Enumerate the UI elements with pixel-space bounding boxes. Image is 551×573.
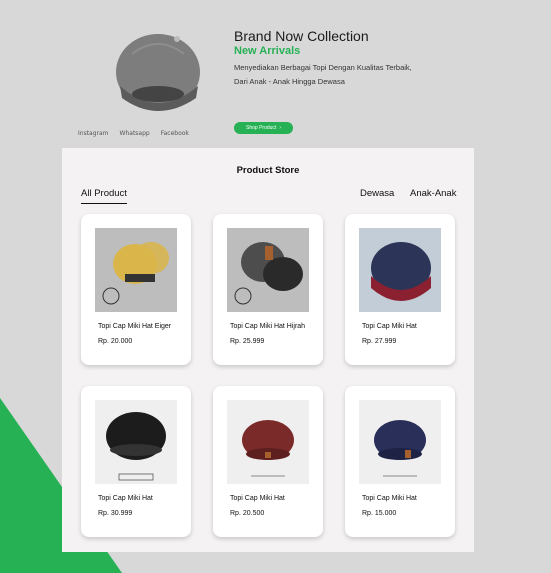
- tab-anak-anak[interactable]: Anak-Anak: [410, 188, 456, 199]
- whatsapp-link[interactable]: Whatsapp: [120, 130, 150, 137]
- hero-title: Brand Now Collection: [234, 28, 369, 44]
- product-name: Topi Cap Miki Hat: [362, 495, 417, 502]
- store-title: Product Store: [236, 165, 300, 176]
- product-name: Topi Cap Miki Hat: [362, 323, 417, 330]
- product-name: Topi Cap Miki Hat Eiger: [98, 323, 172, 330]
- product-image: [95, 400, 177, 484]
- product-image: [359, 228, 441, 312]
- product-image: [227, 400, 309, 484]
- product-image: [95, 228, 177, 312]
- product-card[interactable]: Topi Cap Miki Hat Rp. 20.500: [213, 386, 323, 537]
- hero-description: Menyediakan Berbagai Topi Dengan Kualita…: [234, 63, 412, 86]
- product-card[interactable]: Topi Cap Miki Hat Rp. 27.999: [345, 214, 455, 365]
- chevron-right-icon: ›: [279, 125, 281, 131]
- shop-product-button[interactable]: Shop Product ›: [234, 122, 293, 134]
- hero-cap-image: [116, 34, 200, 111]
- product-store-panel: Product Store All Product Dewasa Anak-An…: [62, 148, 474, 552]
- product-price: Rp. 20.500: [230, 510, 265, 517]
- product-price: Rp. 25.999: [230, 338, 265, 345]
- product-price: Rp. 30.999: [98, 510, 133, 517]
- shop-button-label: Shop Product: [246, 125, 277, 131]
- tab-all-product[interactable]: All Product: [81, 188, 127, 204]
- social-links: Instagram Whatsapp Facebook: [78, 130, 189, 137]
- product-name: Topi Cap Miki Hat: [98, 495, 153, 502]
- product-image: [227, 228, 309, 312]
- hero-text: Brand Now Collection New Arrivals Menyed…: [234, 28, 444, 89]
- product-card[interactable]: Topi Cap Miki Hat Rp. 30.999: [81, 386, 191, 537]
- hero-subtitle: New Arrivals: [234, 45, 301, 57]
- instagram-link[interactable]: Instagram: [78, 130, 109, 137]
- product-name: Topi Cap Miki Hat Hijrah: [230, 323, 306, 330]
- product-price: Rp. 20.000: [98, 338, 133, 345]
- product-price: Rp. 27.999: [362, 338, 397, 345]
- product-card[interactable]: Topi Cap Miki Hat Rp. 15.000: [345, 386, 455, 537]
- product-price: Rp. 15.000: [362, 510, 397, 517]
- product-image: [359, 400, 441, 484]
- tab-dewasa[interactable]: Dewasa: [360, 188, 394, 199]
- product-card[interactable]: Topi Cap Miki Hat Hijrah Rp. 25.999: [213, 214, 323, 365]
- product-card[interactable]: Topi Cap Miki Hat Eiger Rp. 20.000: [81, 214, 191, 365]
- product-name: Topi Cap Miki Hat: [230, 495, 285, 502]
- facebook-link[interactable]: Facebook: [161, 130, 189, 137]
